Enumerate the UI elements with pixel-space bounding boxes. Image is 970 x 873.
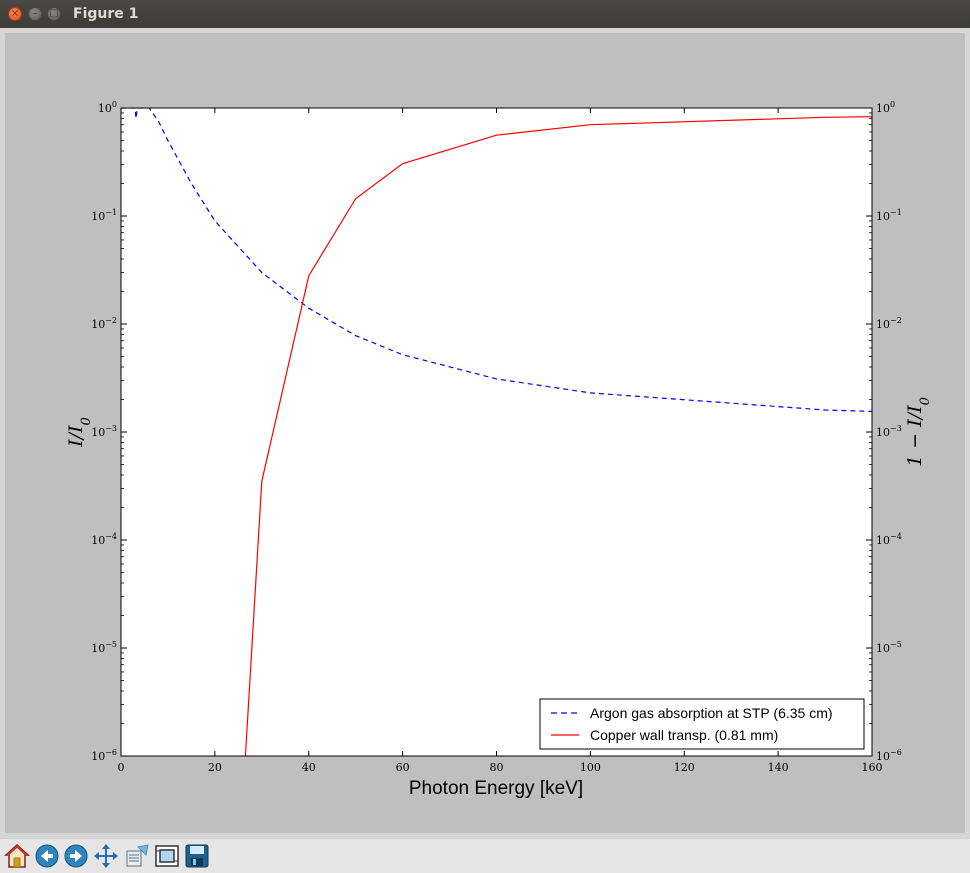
minimize-window-button[interactable]: – [28, 7, 42, 21]
y-tick-label-right: 10−2 [876, 316, 902, 331]
toolbar [0, 838, 970, 873]
x-tick-label: 20 [208, 761, 222, 774]
home-button[interactable] [4, 843, 30, 869]
configure-subplots-button[interactable] [154, 843, 180, 869]
y-tick-label-left: 100 [98, 100, 117, 115]
y-tick-label-left: 10−5 [91, 640, 117, 655]
legend-label-copper: Copper wall transp. (0.81 mm) [590, 727, 778, 743]
figure-canvas[interactable]: 0 20 40 60 80 100 120 140 160 100 100 10−1 10−1 10−2 1… [0, 28, 970, 838]
zoom-button[interactable] [124, 843, 150, 869]
back-icon [35, 844, 59, 868]
x-tick-label: 100 [580, 761, 601, 774]
save-button[interactable] [184, 843, 210, 869]
forward-icon [64, 844, 88, 868]
y-axis-label-right: 1 − I/I0 [904, 397, 933, 467]
x-axis-label: Photon Energy [keV] [409, 778, 583, 799]
legend-label-argon: Argon gas absorption at STP (6.35 cm) [590, 705, 833, 721]
y-tick-label-left: 10−4 [91, 532, 117, 547]
back-button[interactable] [34, 843, 60, 869]
chart: 0 20 40 60 80 100 120 140 160100 10010−1 10−110−2 1… [65, 100, 933, 799]
pan-button[interactable] [93, 843, 119, 869]
y-tick-label-left: 10−2 [91, 316, 117, 331]
configure-subplots-icon [155, 845, 179, 867]
y-tick-label-left: 10−1 [91, 208, 117, 223]
title-bar: × – □ Figure 1 [0, 0, 970, 28]
pan-icon [94, 844, 118, 868]
close-window-button[interactable]: × [8, 7, 22, 21]
forward-button[interactable] [63, 843, 89, 869]
y-tick-label-left: 10−3 [91, 424, 117, 439]
x-tick-label: 60 [396, 761, 410, 774]
y-tick-label-right: 10−1 [876, 208, 902, 223]
plot-area [121, 108, 872, 756]
y-tick-label-right: 10−3 [876, 424, 902, 439]
legend: Argon gas absorption at STP (6.35 cm) Co… [539, 698, 865, 750]
maximize-window-button[interactable]: □ [47, 7, 61, 21]
maximize-icon: □ [49, 8, 59, 19]
y-tick-label-right: 10−5 [876, 640, 902, 655]
y-tick-label-right: 100 [876, 100, 895, 115]
y-tick-label-right: 10−4 [876, 532, 902, 547]
y-tick-label-right: 10−6 [876, 748, 902, 763]
y-tick-label-left: 10−6 [91, 748, 117, 763]
window-title: Figure 1 [73, 6, 139, 22]
x-tick-label: 80 [490, 761, 504, 774]
home-icon [4, 843, 30, 868]
x-tick-label: 0 [118, 761, 125, 774]
x-tick-label: 120 [674, 761, 695, 774]
close-icon: × [10, 8, 20, 19]
x-tick-label: 40 [302, 761, 316, 774]
save-icon [185, 844, 209, 868]
x-tick-label: 140 [768, 761, 789, 774]
y-axis-label-left: I/I0 [65, 417, 94, 448]
minimize-icon: – [32, 8, 38, 19]
zoom-icon [126, 844, 149, 867]
